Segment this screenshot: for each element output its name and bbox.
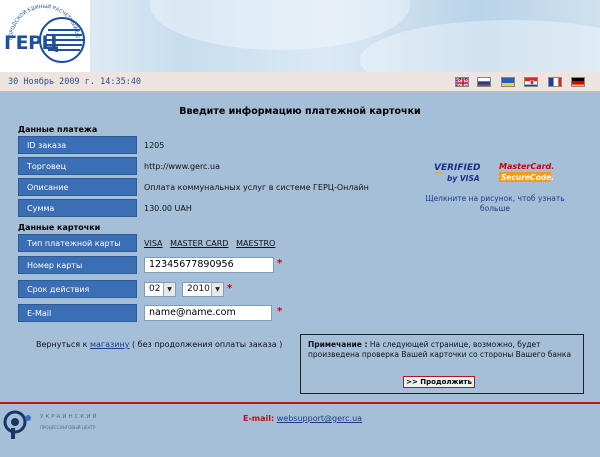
footer-brand: УКРАИНСКИЙ: [40, 414, 99, 420]
expiry-month-value: 02: [149, 284, 161, 294]
expiry-month-select[interactable]: 02 ▼: [144, 282, 176, 297]
card-type-visa-link[interactable]: VISA: [144, 239, 163, 248]
expiry-label: Срок действия: [18, 280, 137, 298]
french-flag[interactable]: [548, 77, 562, 87]
upc-logo: [2, 408, 38, 440]
english-flag[interactable]: [455, 77, 469, 87]
verified-by-visa-badge[interactable]: VERIFIED by VISA: [433, 160, 483, 184]
return-suffix: ( без продолжения оплаты заказа ): [129, 340, 283, 349]
description-label: Описание: [18, 178, 137, 196]
svg-text:by VISA: by VISA: [447, 174, 480, 183]
return-prefix: Вернуться к: [36, 340, 90, 349]
svg-text:MasterCard.: MasterCard.: [499, 162, 554, 171]
order-id-value: 1205: [144, 141, 165, 150]
return-to-shop-line: Вернуться к магазину ( без продолжения о…: [36, 340, 282, 349]
order-id-label: ID заказа: [18, 136, 137, 154]
footer-brand-sub: ПРОЦЕССИНГОВЫЙ ЦЕНТР: [40, 425, 96, 430]
german-flag[interactable]: [571, 77, 585, 87]
merchant-value: http://www.gerc.ua: [144, 162, 220, 171]
expiry-year-select[interactable]: 2010 ▼: [182, 282, 224, 297]
description-value: Оплата коммунальных услуг в системе ГЕРЦ…: [144, 183, 369, 192]
continue-button[interactable]: >> Продолжить: [403, 376, 475, 388]
card-type-label: Тип платежной карты: [18, 234, 137, 252]
email-required-mark: *: [277, 306, 283, 317]
support-email: E-mail: websupport@gerc.ua: [243, 414, 362, 423]
banner-wave: [150, 0, 410, 50]
logo-text: ГЕРЦ: [4, 32, 59, 54]
page-title: Введите информацию платежной карточки: [179, 106, 421, 117]
header-banner: ГОРОДСКОЙ ЕДИНЫЙ РАСЧЕТНЫЙ ЦЕНТР ГЕРЦ: [0, 0, 600, 72]
croatian-flag[interactable]: [524, 77, 538, 87]
ukrainian-flag[interactable]: [501, 77, 515, 87]
svg-text:SecureCode.: SecureCode.: [501, 173, 554, 182]
email-input[interactable]: name@name.com: [144, 305, 272, 321]
expiry-year-value: 2010: [187, 284, 210, 294]
footer-divider: [0, 402, 600, 404]
chevron-down-icon: ▼: [211, 283, 223, 296]
card-number-label: Номер карты: [18, 256, 137, 274]
mastercard-securecode-badge[interactable]: MasterCard. SecureCode.: [498, 160, 554, 184]
gerc-logo[interactable]: ГОРОДСКОЙ ЕДИНЫЙ РАСЧЕТНЫЙ ЦЕНТР ГЕРЦ: [0, 0, 90, 72]
date-bar: 30 Ноябрь 2009 г. 14:35:40: [0, 72, 600, 92]
payment-section-title: Данные платежа: [18, 125, 98, 134]
merchant-label: Торговец: [18, 157, 137, 175]
russian-flag[interactable]: [477, 77, 491, 87]
note-label: Примечание :: [308, 340, 368, 349]
return-to-shop-link[interactable]: магазину: [90, 340, 129, 349]
email-caption: E-mail:: [243, 414, 275, 423]
card-number-input[interactable]: 12345677890956: [144, 257, 274, 273]
expiry-required-mark: *: [227, 283, 233, 294]
current-datetime: 30 Ноябрь 2009 г. 14:35:40: [8, 77, 142, 87]
support-email-link[interactable]: websupport@gerc.ua: [277, 414, 362, 423]
amount-label: Сумма: [18, 199, 137, 217]
card-type-maestro-link[interactable]: MAESTRO: [236, 239, 275, 248]
amount-value: 130.00 UAH: [144, 204, 192, 213]
card-number-required-mark: *: [277, 258, 283, 269]
chevron-down-icon: ▼: [163, 283, 175, 296]
email-label: E-Mail: [18, 304, 137, 322]
card-type-options: VISA MASTER CARD MAESTRO: [144, 239, 275, 248]
card-section-title: Данные карточки: [18, 223, 101, 232]
svg-text:VERIFIED: VERIFIED: [434, 163, 481, 173]
banner-wave: [360, 20, 600, 72]
card-type-mastercard-link[interactable]: MASTER CARD: [170, 239, 228, 248]
badge-click-hint: Щелкните на рисунок, чтоб узнать больше: [425, 194, 565, 213]
